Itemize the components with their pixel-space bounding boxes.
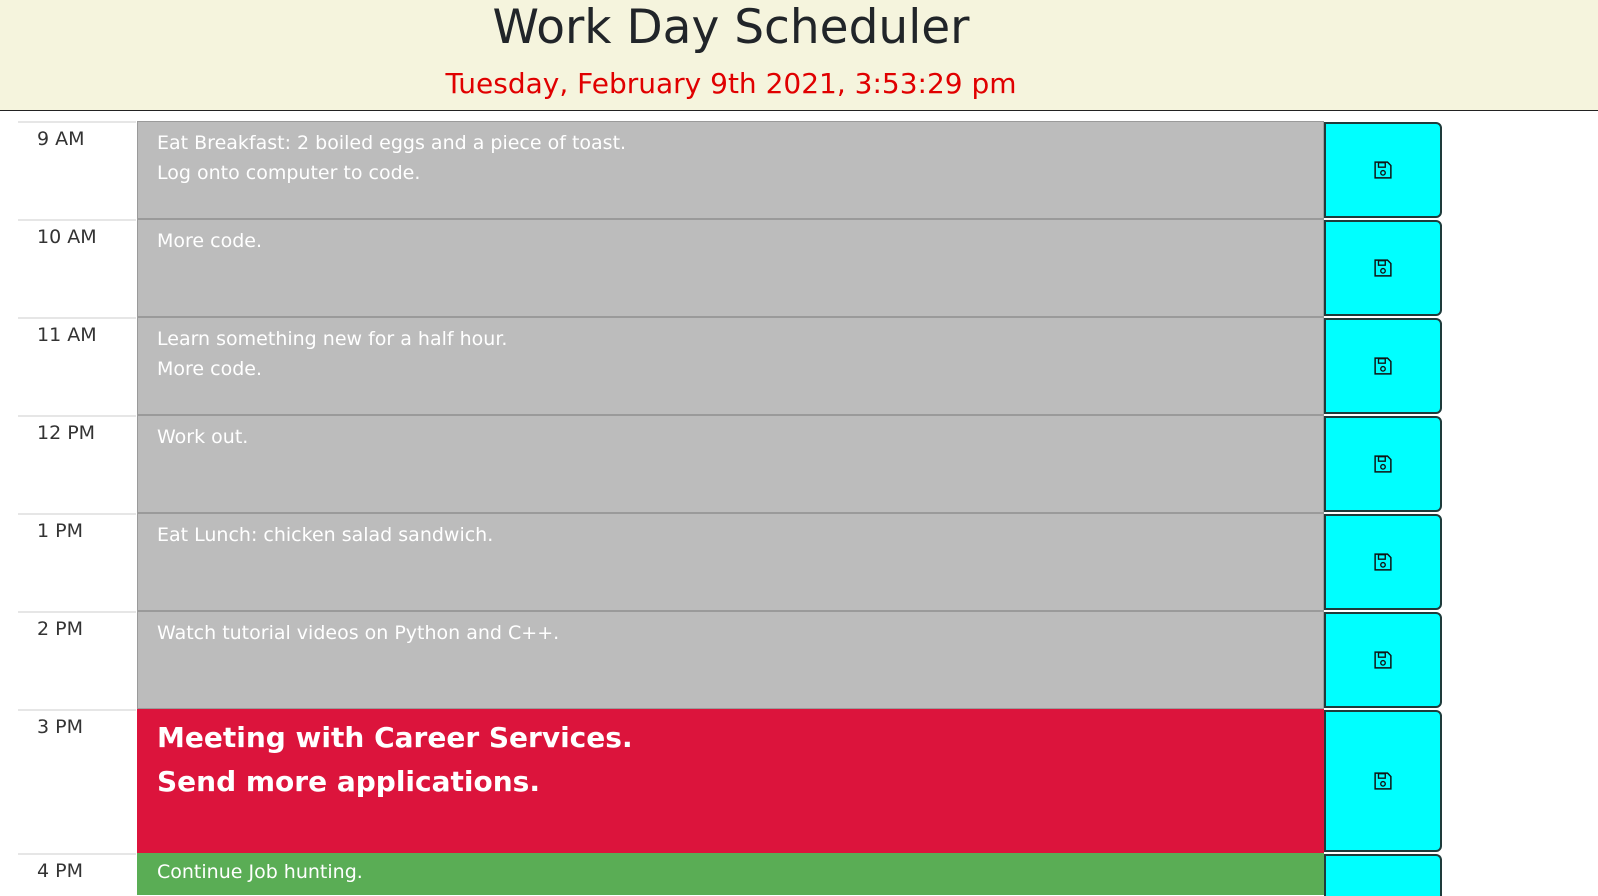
event-description[interactable]: Work out. [137, 415, 1324, 513]
save-icon [1374, 455, 1392, 473]
hour-label: 12 PM [37, 422, 96, 444]
save-button[interactable] [1324, 220, 1442, 316]
hour-label: 3 PM [37, 716, 83, 738]
save-icon [1374, 772, 1392, 790]
hour-label: 11 AM [37, 324, 97, 346]
save-button[interactable] [1324, 318, 1442, 414]
hour-label-cell: 3 PM [18, 709, 136, 853]
time-block-11am: 11 AM Learn something new for a half hou… [18, 317, 1444, 415]
hour-label-cell: 10 AM [18, 219, 136, 317]
save-button[interactable] [1324, 122, 1442, 218]
save-button[interactable] [1324, 416, 1442, 512]
hour-label: 10 AM [37, 226, 97, 248]
save-button[interactable] [1324, 710, 1442, 852]
save-icon [1374, 553, 1392, 571]
page-title: Work Day Scheduler [492, 0, 970, 55]
time-block-12pm: 12 PM Work out. [18, 415, 1444, 513]
time-block-9am: 9 AM Eat Breakfast: 2 boiled eggs and a … [18, 121, 1444, 219]
event-description[interactable]: Watch tutorial videos on Python and C++. [137, 611, 1324, 709]
event-description[interactable]: Learn something new for a half hour. Mor… [137, 317, 1324, 415]
save-button[interactable] [1324, 854, 1442, 896]
save-icon [1374, 161, 1392, 179]
event-description[interactable]: Eat Lunch: chicken salad sandwich. [137, 513, 1324, 611]
hour-label: 4 PM [37, 860, 83, 882]
time-block-10am: 10 AM More code. [18, 219, 1444, 317]
event-description[interactable]: Continue Job hunting. [137, 853, 1324, 895]
hour-label-cell: 2 PM [18, 611, 136, 709]
save-button[interactable] [1324, 612, 1442, 708]
time-block-1pm: 1 PM Eat Lunch: chicken salad sandwich. [18, 513, 1444, 611]
event-description[interactable]: More code. [137, 219, 1324, 317]
time-block-4pm: 4 PM Continue Job hunting. [18, 853, 1444, 896]
hour-label: 2 PM [37, 618, 83, 640]
time-block-2pm: 2 PM Watch tutorial videos on Python and… [18, 611, 1444, 709]
event-description[interactable]: Meeting with Career Services. Send more … [137, 709, 1324, 853]
hour-label-cell: 4 PM [18, 853, 136, 895]
event-description[interactable]: Eat Breakfast: 2 boiled eggs and a piece… [137, 121, 1324, 219]
hour-label: 1 PM [37, 520, 83, 542]
hour-label-cell: 1 PM [18, 513, 136, 611]
hour-label-cell: 9 AM [18, 121, 136, 219]
save-icon [1374, 259, 1392, 277]
save-icon [1374, 651, 1392, 669]
hour-label: 9 AM [37, 128, 85, 150]
page-header: Work Day Scheduler Tuesday, February 9th… [0, 0, 1598, 111]
save-icon [1374, 357, 1392, 375]
time-block-3pm: 3 PM Meeting with Career Services. Send … [18, 709, 1444, 853]
hour-label-cell: 11 AM [18, 317, 136, 415]
hour-label-cell: 12 PM [18, 415, 136, 513]
current-date: Tuesday, February 9th 2021, 3:53:29 pm [445, 67, 1017, 100]
save-button[interactable] [1324, 514, 1442, 610]
